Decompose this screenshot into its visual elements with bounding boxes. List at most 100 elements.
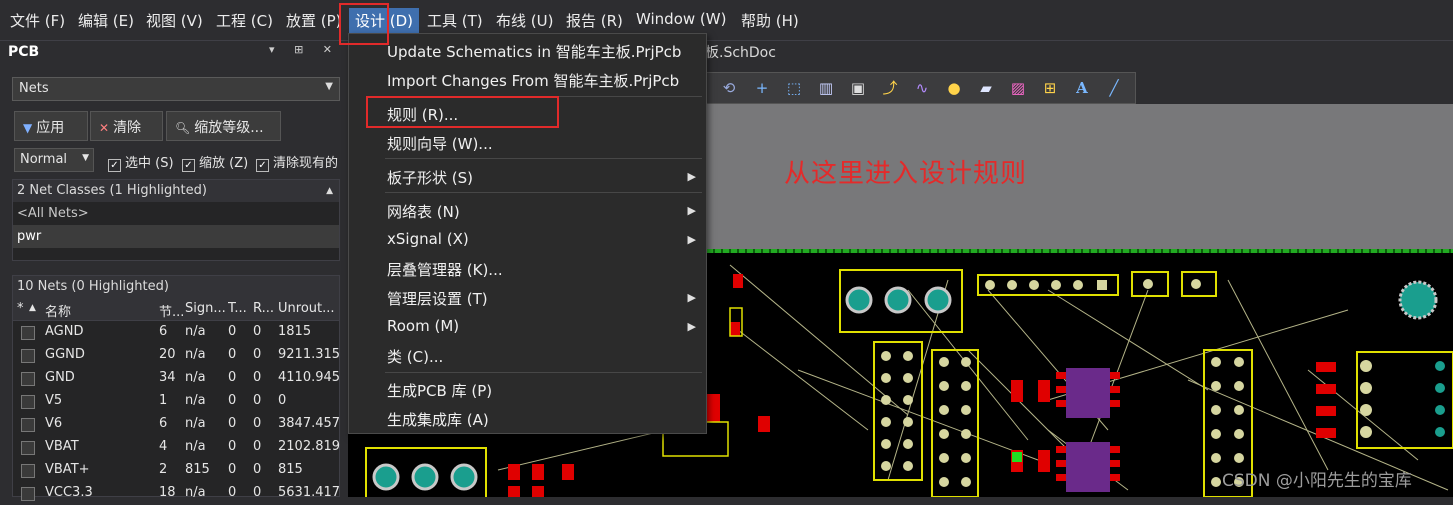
menu-help[interactable]: 帮助 (H) <box>741 10 799 31</box>
net-signal: n/a <box>185 347 206 362</box>
net-unrouted: 2102.819 <box>278 439 341 454</box>
menu-item-rules[interactable]: 规则 (R)... <box>387 104 458 125</box>
document-tab[interactable]: 板.SchDoc <box>705 42 776 62</box>
bar-icon[interactable]: ▥ <box>816 78 836 98</box>
col-r[interactable]: R... <box>253 301 275 316</box>
menu-place[interactable]: 放置 (P) <box>286 10 342 31</box>
menu-design[interactable]: 设计 (D) <box>349 8 420 33</box>
text-icon[interactable]: A <box>1072 78 1092 98</box>
list-item[interactable]: pwr <box>13 225 339 248</box>
menu-item-layer-stack-manager[interactable]: 层叠管理器 (K)... <box>387 259 503 280</box>
table-row[interactable]: V5 1 n/a 0 0 0 <box>13 390 339 413</box>
row-checkbox[interactable] <box>21 395 35 409</box>
menu-item-classes[interactable]: 类 (C)... <box>387 346 443 367</box>
net-signal: n/a <box>185 439 206 454</box>
clear-button[interactable]: ✕ 清除 <box>90 111 163 141</box>
menu-item-rule-wizard[interactable]: 规则向导 (W)... <box>387 133 493 154</box>
route-icon[interactable]: ⟲ <box>719 78 739 98</box>
interactive-route-icon[interactable]: ⤴ <box>880 78 900 98</box>
region-icon[interactable]: ▨ <box>1008 78 1028 98</box>
row-checkbox[interactable] <box>21 326 35 340</box>
net-nodes: 4 <box>159 439 168 454</box>
row-checkbox[interactable] <box>21 487 35 501</box>
net-nodes: 1 <box>159 393 168 408</box>
diff-pair-icon[interactable]: ∿ <box>912 78 932 98</box>
design-dropdown-menu: Update Schematics in 智能车主板.PrjPcb Import… <box>348 33 707 434</box>
menu-file[interactable]: 文件 (F) <box>10 10 65 31</box>
menu-item-make-pcb-library[interactable]: 生成PCB 库 (P) <box>387 380 492 401</box>
net-name: V6 <box>45 416 63 431</box>
active-toolbar: ⟲ + ⬚ ▥ ▣ ⤴ ∿ ● ▰ ▨ ⊞ A ╱ <box>706 72 1136 104</box>
col-nodes[interactable]: 节... <box>159 301 183 320</box>
table-row[interactable]: GGND 20 n/a 0 0 9211.315 <box>13 344 340 367</box>
clear-existing-checkbox[interactable]: ✓ 清除现有的 <box>256 152 338 172</box>
menu-item-manage-layer-sets[interactable]: 管理层设置 (T) <box>387 288 488 309</box>
line-icon[interactable]: ╱ <box>1104 78 1124 98</box>
net-signal: n/a <box>185 393 206 408</box>
panel-mode-dropdown[interactable]: Nets ▼ <box>12 77 340 101</box>
menu-reports[interactable]: 报告 (R) <box>566 10 623 31</box>
net-r: 0 <box>253 462 262 477</box>
col-signal[interactable]: Sign... <box>185 301 225 316</box>
sort-up-icon[interactable]: ▲ <box>326 180 333 202</box>
net-nodes: 6 <box>159 416 168 431</box>
net-nodes: 20 <box>159 347 176 362</box>
list-item[interactable]: <All Nets> <box>13 202 339 225</box>
row-checkbox[interactable] <box>21 441 35 455</box>
row-checkbox[interactable] <box>21 464 35 478</box>
menu-item-board-shape[interactable]: 板子形状 (S) <box>387 167 473 188</box>
net-r: 0 <box>253 347 262 362</box>
select-checkbox[interactable]: ✓ 选中 (S) <box>108 152 174 172</box>
menu-route[interactable]: 布线 (U) <box>496 10 553 31</box>
menu-edit[interactable]: 编辑 (E) <box>78 10 134 31</box>
menu-view[interactable]: 视图 (V) <box>146 10 203 31</box>
highlight-mode-select[interactable]: Normal ▼ <box>14 148 94 172</box>
col-name[interactable]: 名称 <box>45 301 71 320</box>
col-t[interactable]: T... <box>228 301 250 316</box>
clear-existing-label: 清除现有的 <box>273 156 339 171</box>
table-row[interactable]: VBAT+ 2 815 0 0 815 <box>13 459 339 482</box>
pin-icon[interactable]: ● <box>944 78 964 98</box>
menu-item-make-integrated-library[interactable]: 生成集成库 (A) <box>387 409 489 430</box>
net-classes-header-text: 2 Net Classes (1 Highlighted) <box>17 183 207 198</box>
table-row[interactable]: VBAT 4 n/a 0 0 2102.819 <box>13 436 341 459</box>
submenu-arrow-icon: ▶ <box>687 170 696 183</box>
menu-item-update-schematics[interactable]: Update Schematics in 智能车主板.PrjPcb <box>387 41 681 62</box>
net-signal: n/a <box>185 485 206 500</box>
net-classes-header: 2 Net Classes (1 Highlighted) ▲ <box>13 180 339 202</box>
table-row[interactable]: VCC3.3 18 n/a 0 0 5631.417 <box>13 482 340 505</box>
row-checkbox[interactable] <box>21 349 35 363</box>
col-unrouted[interactable]: Unrout... <box>278 301 340 316</box>
clear-filter-icon: ✕ <box>99 121 110 135</box>
nets-header: 10 Nets (0 Highlighted) <box>13 276 339 298</box>
table-row[interactable]: GND 34 n/a 0 0 4110.945 <box>13 367 340 390</box>
dimension-icon[interactable]: ⊞ <box>1040 78 1060 98</box>
menu-item-netlist[interactable]: 网络表 (N) <box>387 201 460 222</box>
col-star[interactable]: * <box>17 301 24 316</box>
menu-item-xsignal[interactable]: xSignal (X) <box>387 230 469 248</box>
menu-tools[interactable]: 工具 (T) <box>427 10 483 31</box>
table-row[interactable]: AGND 6 n/a 0 0 1815 <box>13 321 339 344</box>
apply-button[interactable]: ▼ 应用 <box>14 111 88 141</box>
plus-icon[interactable]: + <box>752 78 772 98</box>
menu-item-import-changes[interactable]: Import Changes From 智能车主板.PrjPcb <box>387 70 679 91</box>
nets-column-headers: * ▲ 名称 节... Sign... T... R... Unrout... <box>13 298 339 321</box>
component-icon[interactable]: ▣ <box>848 78 868 98</box>
table-row[interactable]: V6 6 n/a 0 0 3847.457 <box>13 413 340 436</box>
net-r: 0 <box>253 485 262 500</box>
select-rect-icon[interactable]: ⬚ <box>784 78 804 98</box>
sort-up-icon: ▲ <box>29 303 36 313</box>
net-r: 0 <box>253 370 262 385</box>
menu-project[interactable]: 工程 (C) <box>216 10 273 31</box>
zoom-level-button[interactable]: 🔍︎ 缩放等级... <box>166 111 281 141</box>
zoom-label: 缩放等级... <box>194 120 264 136</box>
menu-window[interactable]: Window (W) <box>636 10 726 28</box>
net-name: VBAT+ <box>45 462 90 477</box>
fill-icon[interactable]: ▰ <box>976 78 996 98</box>
zoom-checkbox[interactable]: ✓ 缩放 (Z) <box>182 152 248 172</box>
panel-controls[interactable]: ▾ ⊞ ✕ <box>269 43 340 56</box>
row-checkbox[interactable] <box>21 418 35 432</box>
menu-item-room[interactable]: Room (M) <box>387 317 459 335</box>
row-checkbox[interactable] <box>21 372 35 386</box>
net-r: 0 <box>253 324 262 339</box>
